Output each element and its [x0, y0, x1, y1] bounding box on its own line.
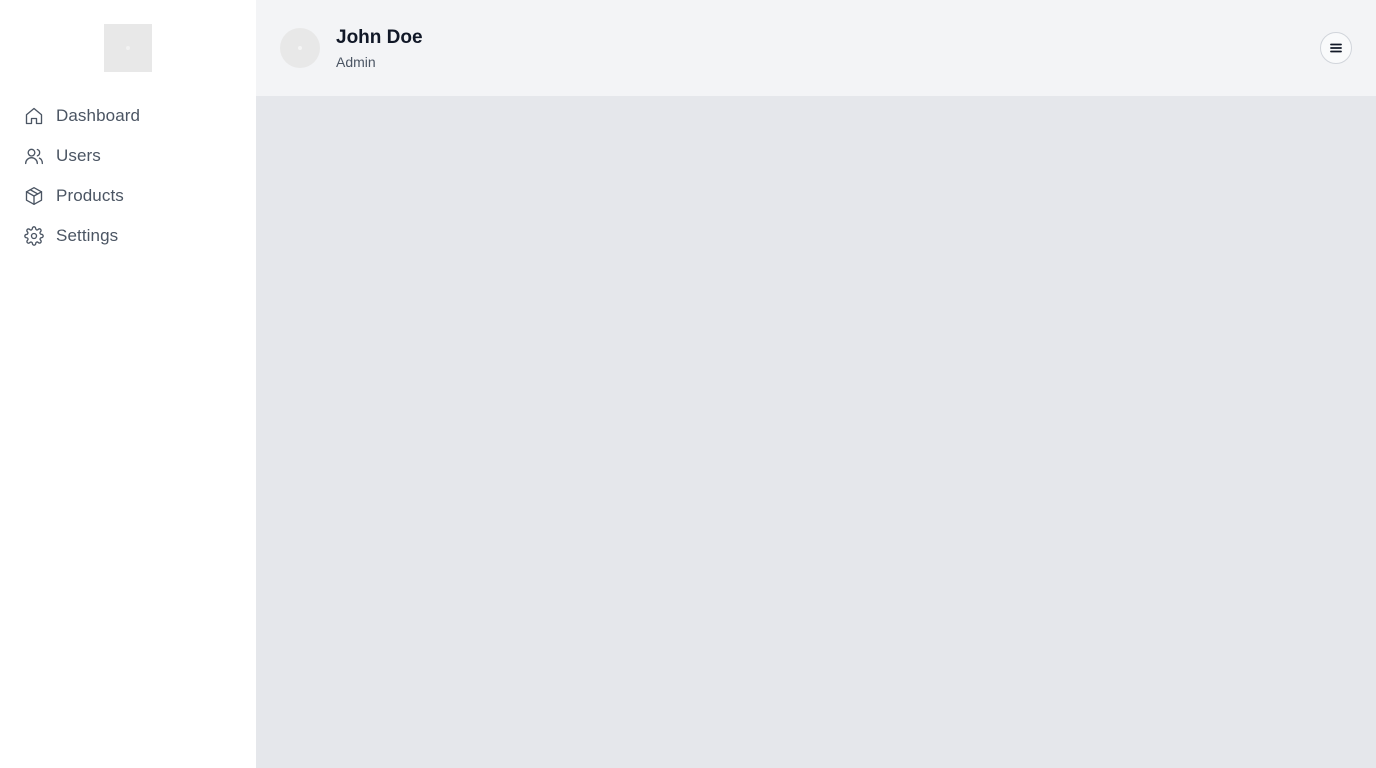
- avatar[interactable]: [280, 28, 320, 68]
- sidebar-item-label: Users: [56, 146, 101, 165]
- user-name: John Doe: [336, 27, 423, 48]
- sidebar-item-settings[interactable]: Settings: [0, 216, 256, 256]
- logo-placeholder-dot: [126, 46, 130, 50]
- gear-icon: [24, 226, 44, 246]
- sidebar-item-users[interactable]: Users: [0, 136, 256, 176]
- sidebar-item-label: Dashboard: [56, 106, 141, 125]
- home-icon: [24, 106, 44, 126]
- main-content: [256, 96, 1376, 768]
- top-header: John Doe Admin: [256, 0, 1376, 96]
- sidebar-item-label: Settings: [56, 226, 119, 245]
- user-role: Admin: [336, 54, 376, 70]
- logo[interactable]: [104, 24, 152, 72]
- sidebar-nav: Dashboard Users Products Settings: [0, 96, 256, 256]
- users-icon: [24, 146, 44, 166]
- avatar-placeholder-dot: [298, 46, 302, 50]
- sidebar-item-products[interactable]: Products: [0, 176, 256, 216]
- sidebar-item-dashboard[interactable]: Dashboard: [0, 96, 256, 136]
- package-icon: [24, 186, 44, 206]
- sidebar: Dashboard Users Products Settings: [0, 0, 256, 768]
- hamburger-menu-icon: [1329, 41, 1343, 55]
- sidebar-item-label: Products: [56, 186, 124, 205]
- menu-button[interactable]: [1320, 32, 1352, 64]
